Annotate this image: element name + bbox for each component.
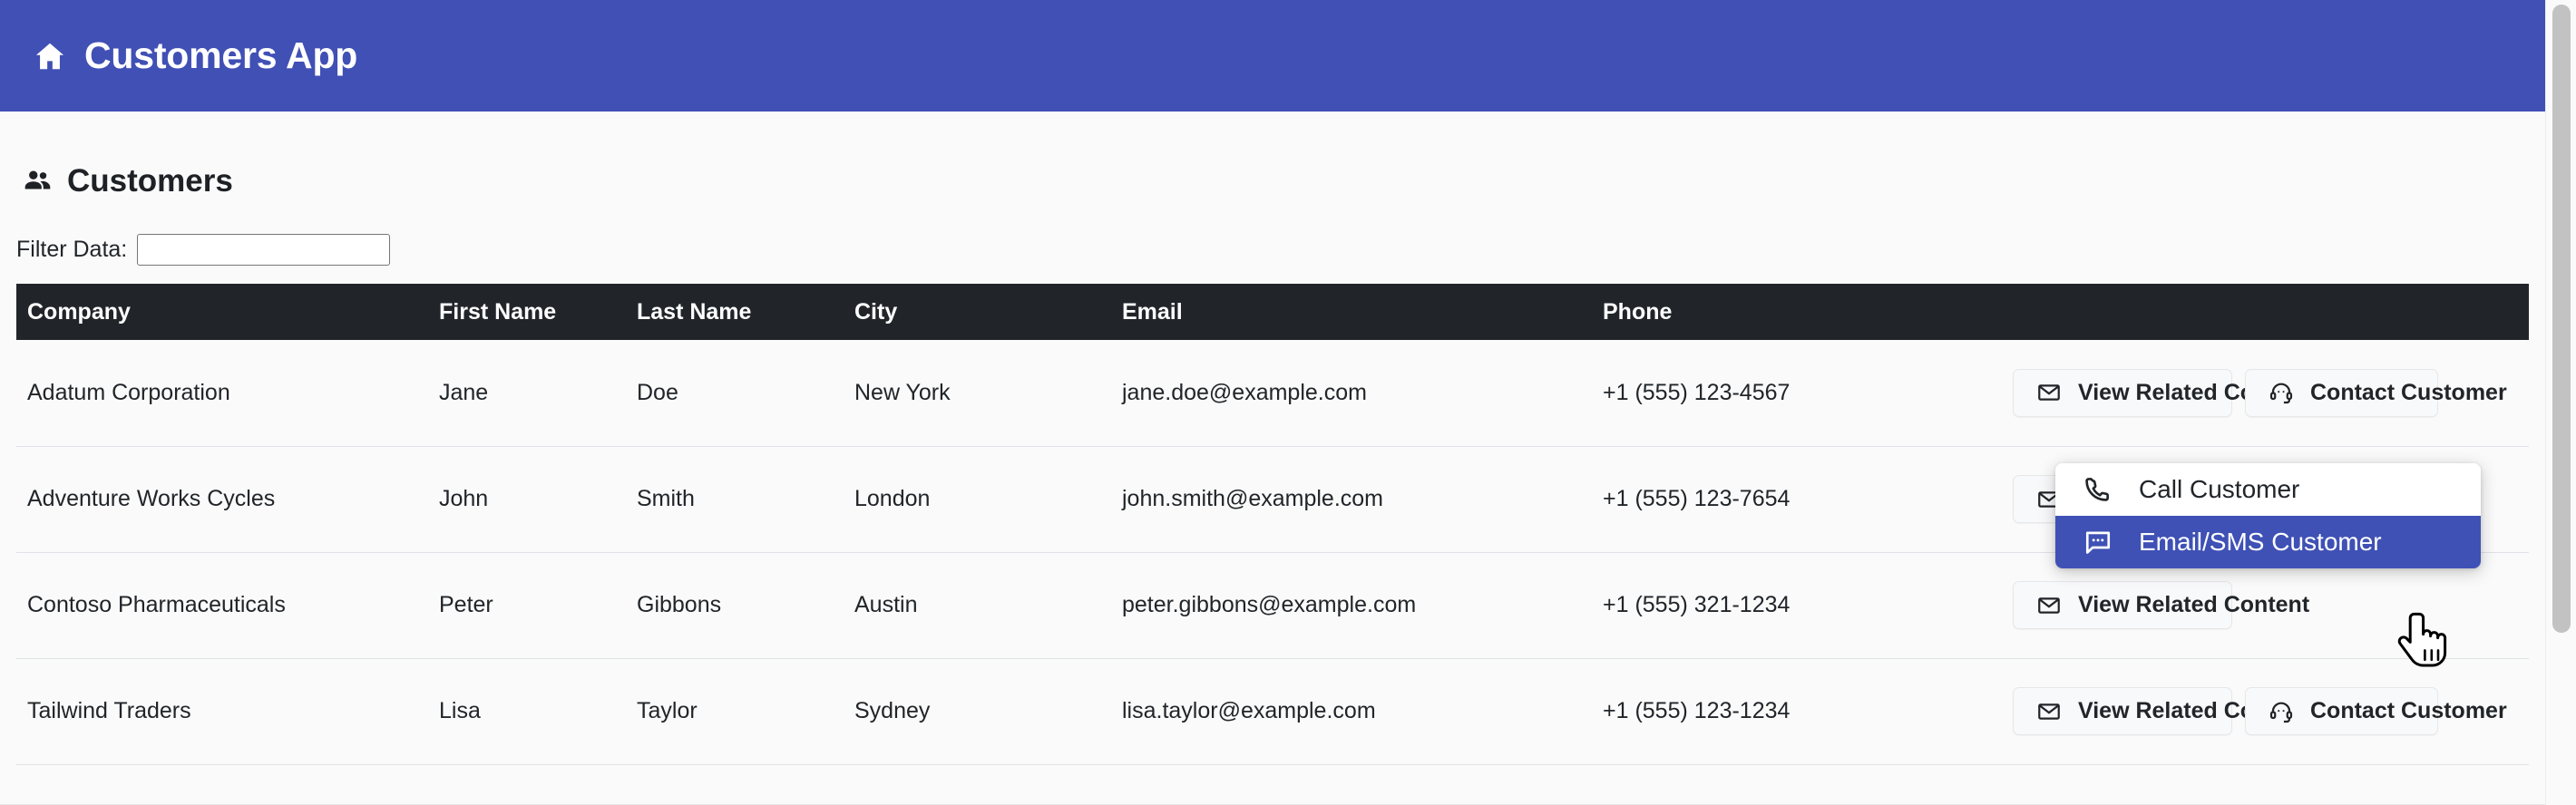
app-header-bar: Customers App bbox=[0, 0, 2545, 112]
row-action-group: View Related Content bbox=[2013, 687, 2529, 735]
chat-bubble-icon bbox=[2083, 527, 2113, 558]
cell-first-name: John bbox=[439, 446, 637, 553]
cell-last-name: Smith bbox=[637, 446, 854, 553]
headset-icon bbox=[2269, 699, 2294, 724]
vertical-scrollbar[interactable] bbox=[2545, 0, 2576, 805]
view-related-content-label: View Related Content bbox=[2078, 592, 2310, 617]
table-row: Adatum Corporation Jane Doe New York jan… bbox=[16, 340, 2529, 447]
cell-last-name: Gibbons bbox=[637, 552, 854, 659]
cell-email: lisa.taylor@example.com bbox=[1122, 658, 1603, 765]
cell-email: jane.doe@example.com bbox=[1122, 340, 1603, 447]
section-heading: Customers bbox=[22, 165, 233, 197]
table-header-row: Company First Name Last Name City Email … bbox=[16, 284, 2529, 340]
cell-actions: View Related Content bbox=[2013, 340, 2529, 447]
column-header-city[interactable]: City bbox=[854, 284, 1122, 340]
menu-item-label: Email/SMS Customer bbox=[2139, 528, 2382, 556]
envelope-icon bbox=[2036, 380, 2062, 405]
menu-item-email-sms-customer[interactable]: Email/SMS Customer bbox=[2055, 516, 2481, 568]
filter-row: Filter Data: bbox=[16, 234, 391, 266]
app-title: Customers App bbox=[84, 34, 358, 76]
filter-input[interactable] bbox=[137, 234, 391, 266]
cell-phone: +1 (555) 321-1234 bbox=[1603, 552, 2013, 659]
contact-customer-label: Contact Customer bbox=[2310, 379, 2507, 405]
people-icon bbox=[22, 166, 53, 197]
cell-company: Adatum Corporation bbox=[16, 340, 439, 447]
view-related-content-button[interactable]: View Related Content bbox=[2013, 687, 2309, 735]
envelope-icon bbox=[2036, 699, 2062, 724]
contact-customer-dropdown-menu: Call Customer Email/SMS Customer bbox=[2055, 463, 2481, 568]
column-header-last-name[interactable]: Last Name bbox=[637, 284, 854, 340]
cell-city: Austin bbox=[854, 552, 1122, 659]
app-window: Customers App Customers Filter Data: Com… bbox=[0, 0, 2576, 805]
phone-icon bbox=[2083, 474, 2113, 505]
cell-email: peter.gibbons@example.com bbox=[1122, 552, 1603, 659]
cell-phone: +1 (555) 123-1234 bbox=[1603, 658, 2013, 765]
cell-company: Contoso Pharmaceuticals bbox=[16, 552, 439, 659]
column-header-company[interactable]: Company bbox=[16, 284, 439, 340]
view-related-content-button[interactable]: View Related Content bbox=[2013, 581, 2309, 629]
envelope-icon bbox=[2036, 593, 2062, 618]
cell-company: Tailwind Traders bbox=[16, 658, 439, 765]
page-title: Customers bbox=[67, 163, 233, 199]
cell-actions: View Related Content bbox=[2013, 658, 2529, 765]
cell-last-name: Doe bbox=[637, 340, 854, 447]
main-content: Customers Filter Data: Company First Nam… bbox=[0, 112, 2545, 805]
filter-label: Filter Data: bbox=[16, 237, 128, 262]
cell-city: Sydney bbox=[854, 658, 1122, 765]
column-header-first-name[interactable]: First Name bbox=[439, 284, 637, 340]
table-row: Tailwind Traders Lisa Taylor Sydney lisa… bbox=[16, 658, 2529, 765]
cell-city: London bbox=[854, 446, 1122, 553]
menu-item-call-customer[interactable]: Call Customer bbox=[2055, 463, 2481, 516]
row-action-group: View Related Content bbox=[2013, 581, 2529, 629]
cell-city: New York bbox=[854, 340, 1122, 447]
column-header-actions bbox=[2013, 284, 2529, 340]
contact-customer-button[interactable]: Contact Customer bbox=[2245, 368, 2507, 417]
column-header-email[interactable]: Email bbox=[1122, 284, 1603, 340]
cell-email: john.smith@example.com bbox=[1122, 446, 1603, 553]
cell-phone: +1 (555) 123-4567 bbox=[1603, 340, 2013, 447]
view-related-content-button[interactable]: View Related Content bbox=[2013, 368, 2309, 417]
table-header: Company First Name Last Name City Email … bbox=[16, 284, 2529, 340]
column-header-phone[interactable]: Phone bbox=[1603, 284, 2013, 340]
cell-company: Adventure Works Cycles bbox=[16, 446, 439, 553]
headset-icon bbox=[2269, 380, 2294, 405]
cell-first-name: Jane bbox=[439, 340, 637, 447]
scrollbar-thumb[interactable] bbox=[2552, 5, 2571, 633]
cell-last-name: Taylor bbox=[637, 658, 854, 765]
cell-first-name: Peter bbox=[439, 552, 637, 659]
cell-first-name: Lisa bbox=[439, 658, 637, 765]
contact-customer-button[interactable]: Contact Customer bbox=[2245, 687, 2507, 735]
menu-item-label: Call Customer bbox=[2139, 475, 2300, 503]
contact-customer-label: Contact Customer bbox=[2310, 698, 2507, 723]
cell-phone: +1 (555) 123-7654 bbox=[1603, 446, 2013, 553]
home-icon[interactable] bbox=[33, 39, 67, 73]
row-action-group: View Related Content bbox=[2013, 368, 2529, 417]
